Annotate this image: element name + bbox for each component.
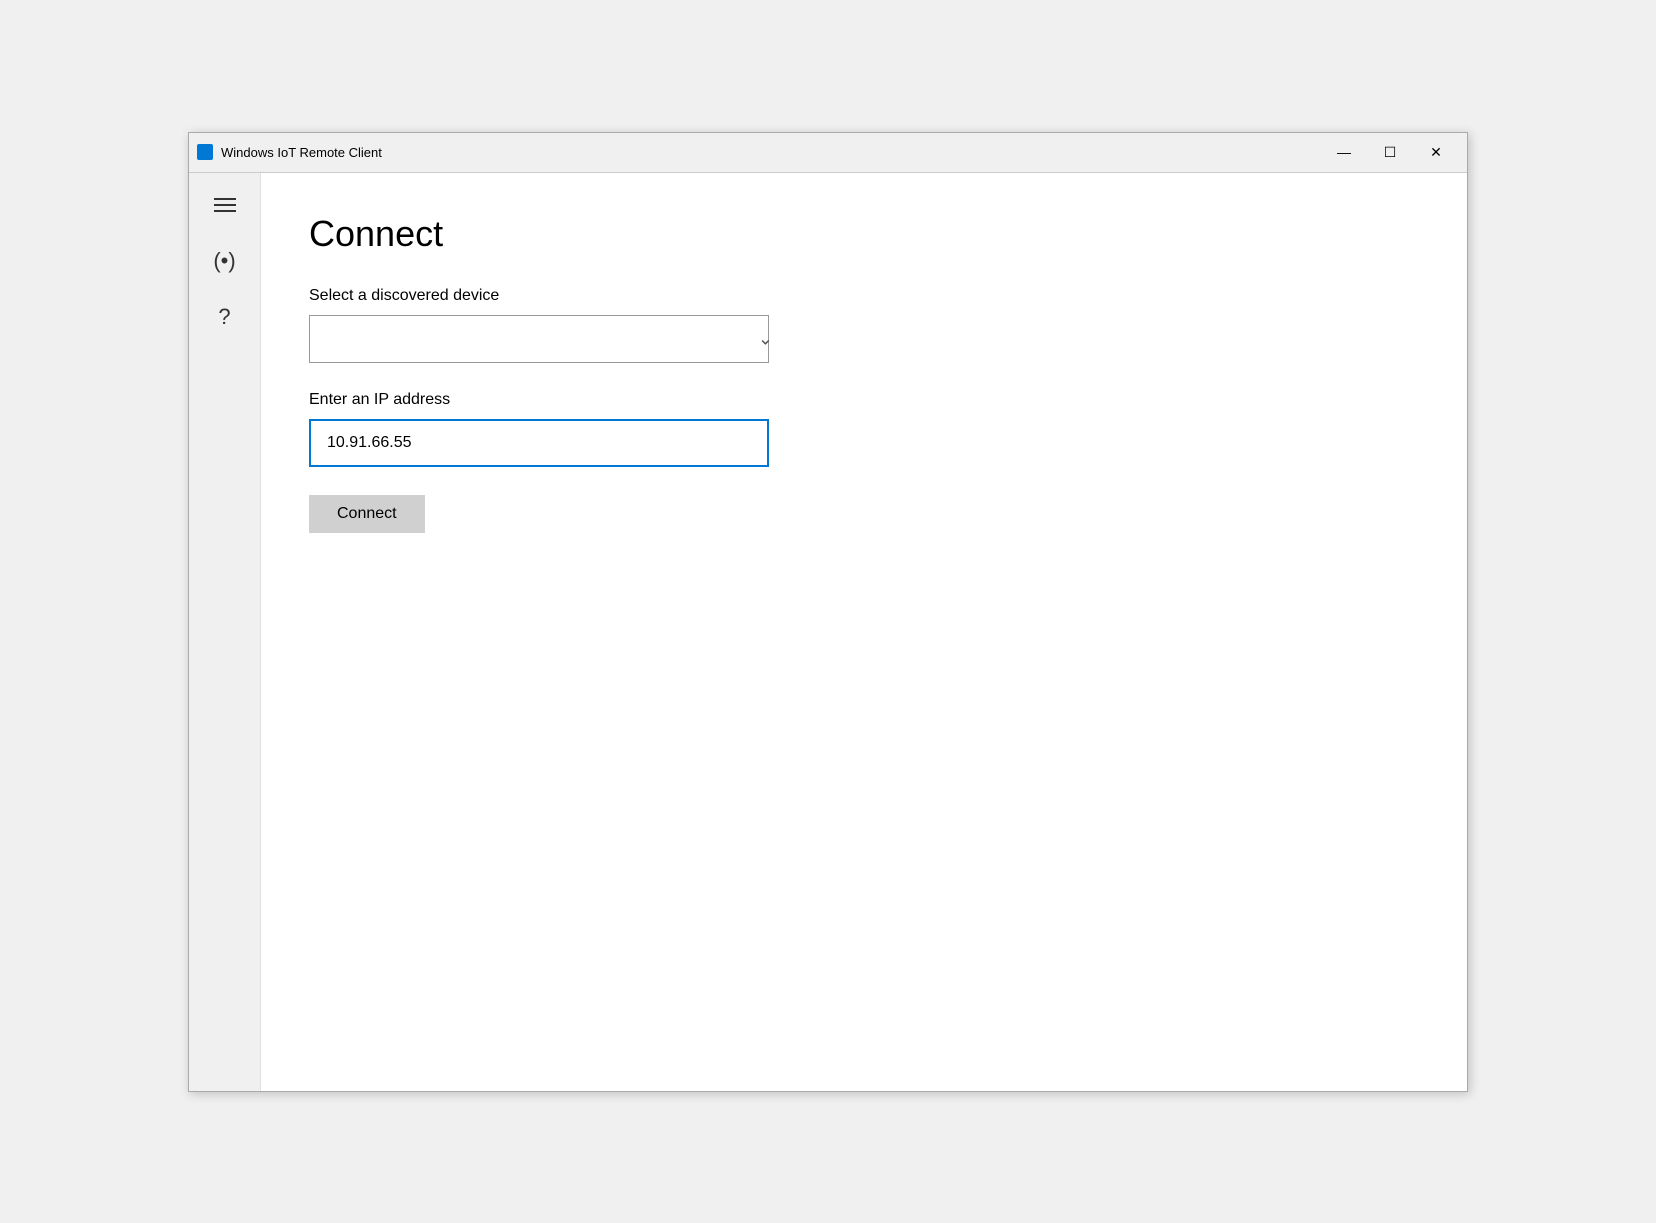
device-label: Select a discovered device: [309, 287, 789, 305]
window-title: Windows IoT Remote Client: [221, 145, 382, 160]
hamburger-icon: [214, 198, 236, 212]
sidebar: (•) ?: [189, 173, 261, 1091]
ip-address-input[interactable]: [309, 419, 769, 467]
device-dropdown-container: ⌄: [309, 315, 789, 363]
title-bar-left: Windows IoT Remote Client: [197, 144, 382, 160]
app-window: Windows IoT Remote Client — ☐ ✕ (•) ?: [188, 132, 1468, 1092]
device-dropdown[interactable]: [309, 315, 769, 363]
connect-button[interactable]: Connect: [309, 495, 425, 533]
app-icon: [197, 144, 213, 160]
wifi-icon: (•): [213, 248, 235, 274]
maximize-button[interactable]: ☐: [1367, 136, 1413, 168]
sidebar-item-menu[interactable]: [195, 181, 255, 229]
main-content: Connect Select a discovered device ⌄ Ent…: [261, 173, 1467, 1091]
title-bar-controls: — ☐ ✕: [1321, 136, 1459, 168]
form-section: Select a discovered device ⌄ Enter an IP…: [309, 287, 789, 533]
close-button[interactable]: ✕: [1413, 136, 1459, 168]
title-bar: Windows IoT Remote Client — ☐ ✕: [189, 133, 1467, 173]
help-icon: ?: [218, 304, 230, 330]
app-body: (•) ? Connect Select a discovered device…: [189, 173, 1467, 1091]
page-title: Connect: [309, 213, 1419, 255]
minimize-button[interactable]: —: [1321, 136, 1367, 168]
sidebar-item-help[interactable]: ?: [195, 293, 255, 341]
ip-label: Enter an IP address: [309, 391, 789, 409]
sidebar-item-remote[interactable]: (•): [195, 237, 255, 285]
